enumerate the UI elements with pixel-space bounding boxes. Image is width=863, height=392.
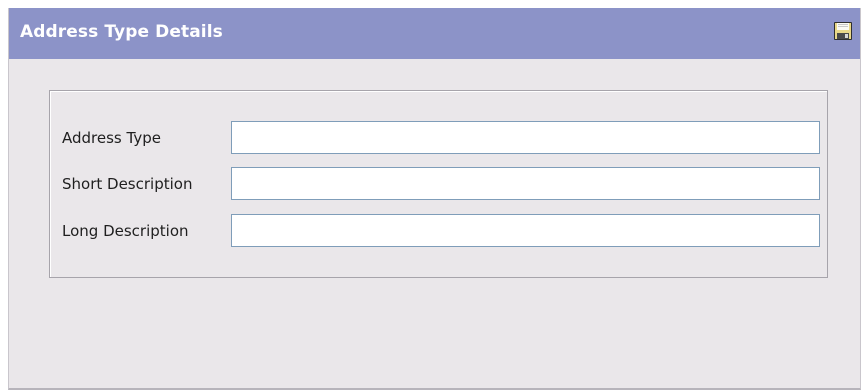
address-type-details-panel: Address Type Details Address Type Short …	[8, 8, 861, 390]
panel-title: Address Type Details	[20, 22, 223, 42]
address-type-form: Address Type Short Description Long Desc…	[49, 90, 828, 278]
panel-title-bar: Address Type Details	[9, 8, 860, 59]
short-description-input[interactable]	[231, 167, 820, 200]
long-description-input[interactable]	[231, 214, 820, 247]
address-type-input[interactable]	[231, 121, 820, 154]
floppy-disk-save-icon	[834, 22, 852, 40]
long-description-label: Long Description	[62, 222, 189, 240]
address-type-label: Address Type	[62, 129, 161, 147]
save-button[interactable]	[833, 21, 853, 41]
short-description-label: Short Description	[62, 175, 193, 193]
